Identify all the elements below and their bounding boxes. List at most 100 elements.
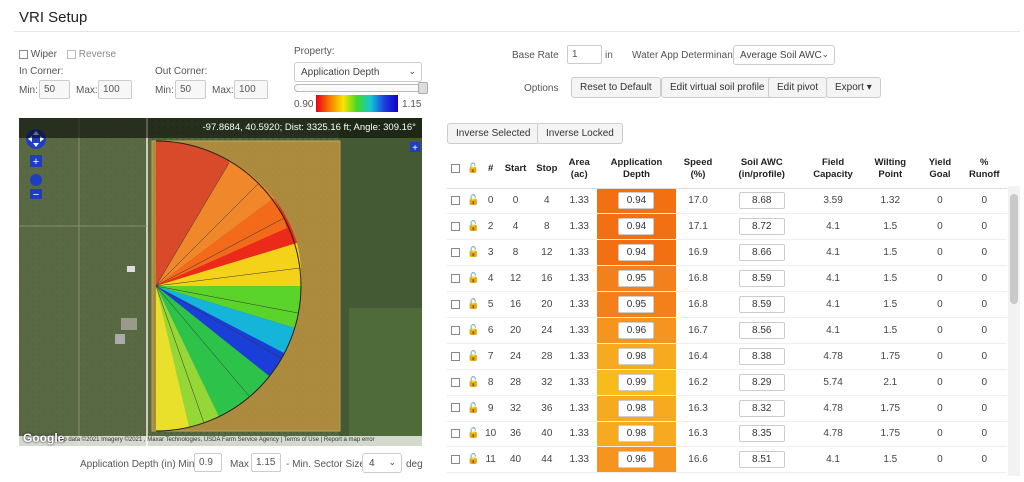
soil-awc-input[interactable]: 8.56	[738, 321, 785, 339]
map-view[interactable]: + − + -97.8684, 40.5920; Dist: 3325.16 f…	[19, 118, 422, 446]
soil-awc-input[interactable]: 8.32	[738, 399, 785, 417]
globe-icon[interactable]	[30, 174, 42, 186]
depth-input[interactable]: 0.94	[618, 218, 655, 236]
unlock-icon[interactable]: 🔓	[467, 403, 479, 414]
export-button[interactable]: Export ▾	[826, 77, 881, 98]
reverse-checkbox[interactable]	[67, 49, 76, 59]
row-lock[interactable]: 🔓	[464, 265, 483, 293]
soil-awc-input[interactable]: 8.66	[738, 244, 785, 262]
depth-min-input[interactable]: 0.9	[194, 453, 222, 472]
unlock-icon[interactable]: 🔓	[467, 247, 479, 258]
row-checkbox[interactable]	[447, 317, 465, 344]
satellite-map[interactable]: + − +	[19, 118, 422, 446]
soil-awc-input[interactable]: 8.29	[738, 373, 785, 391]
wiper-checkbox[interactable]	[19, 49, 28, 59]
depth-input[interactable]: 0.98	[618, 399, 655, 417]
table-row[interactable]: 🔓 3 8 12 1.33 0.94 16.9 8.66 4.1 1.5 0 0	[447, 239, 1007, 267]
edit-soil-profile-button[interactable]: Edit virtual soil profile	[661, 77, 774, 98]
soil-awc-input[interactable]: 8.38	[738, 347, 785, 365]
table-row[interactable]: 🔓 9 32 36 1.33 0.98 16.3 8.32 4.78 1.75 0 0	[447, 395, 1007, 422]
inverse-selected-button[interactable]: Inverse Selected	[447, 123, 540, 144]
soil-awc-input[interactable]: 8.51	[738, 451, 785, 469]
unlock-icon[interactable]: 🔓	[467, 351, 479, 362]
edit-pivot-button[interactable]: Edit pivot	[768, 77, 828, 98]
row-lock[interactable]: 🔓	[464, 317, 483, 344]
in-corner-max-input[interactable]: 100	[98, 80, 132, 99]
row-checkbox[interactable]	[447, 239, 465, 267]
chevron-down-icon: ⌄	[408, 66, 416, 76]
scrollbar-thumb[interactable]	[1010, 194, 1018, 304]
slider-handle[interactable]	[418, 82, 428, 94]
soil-awc-input[interactable]: 8.59	[738, 296, 785, 313]
depth-input[interactable]: 0.96	[618, 321, 655, 339]
water-app-select[interactable]: Average Soil AWC ⌄	[733, 45, 835, 65]
inverse-locked-button[interactable]: Inverse Locked	[537, 123, 623, 144]
depth-cell: 0.95	[596, 291, 677, 318]
row-checkbox[interactable]	[447, 369, 465, 396]
row-checkbox[interactable]	[447, 421, 465, 448]
table-row[interactable]: 🔓 6 20 24 1.33 0.96 16.7 8.56 4.1 1.5 0 0	[447, 317, 1007, 344]
wiper-option[interactable]: Wiper	[19, 49, 57, 60]
base-rate-input[interactable]: 1	[567, 45, 602, 64]
table-row[interactable]: 🔓 5 16 20 1.33 0.95 16.8 8.59 4.1 1.5 0 0	[447, 291, 1007, 318]
soil-awc-input[interactable]: 8.59	[738, 270, 785, 288]
out-corner-max-input[interactable]: 100	[234, 80, 268, 99]
row-lock[interactable]: 🔓	[464, 446, 483, 474]
select-all-checkbox[interactable]	[451, 163, 461, 173]
table-row[interactable]: 🔓 2 4 8 1.33 0.94 17.1 8.72 4.1 1.5 0 0	[447, 213, 1007, 241]
unlock-icon[interactable]: 🔓	[467, 325, 479, 336]
unlock-icon[interactable]: 🔓	[467, 454, 479, 465]
unlock-icon[interactable]: 🔓	[467, 195, 479, 206]
row-checkbox[interactable]	[447, 395, 465, 422]
unlock-icon[interactable]: 🔓	[467, 428, 479, 439]
table-scrollbar[interactable]	[1008, 186, 1020, 476]
property-select[interactable]: Application Depth ⌄	[294, 62, 422, 82]
depth-input[interactable]: 0.95	[618, 270, 655, 288]
row-lock[interactable]: 🔓	[464, 213, 483, 241]
row-checkbox[interactable]	[447, 343, 465, 370]
reverse-option[interactable]: Reverse	[67, 49, 116, 60]
depth-input[interactable]: 0.94	[618, 192, 655, 210]
table-row[interactable]: 🔓 7 24 28 1.33 0.98 16.4 8.38 4.78 1.75 0 0	[447, 343, 1007, 370]
row-checkbox[interactable]	[447, 446, 465, 474]
depth-input[interactable]: 0.95	[618, 296, 655, 313]
unlock-icon[interactable]: 🔓	[467, 377, 479, 388]
depth-input[interactable]: 0.98	[618, 425, 655, 443]
depth-input[interactable]: 0.99	[618, 373, 655, 391]
select-all-header[interactable]	[447, 150, 465, 189]
table-row[interactable]: 🔓 11 40 44 1.33 0.96 16.6 8.51 4.1 1.5 0 0	[447, 446, 1007, 474]
in-corner-min-input[interactable]: 50	[39, 80, 70, 99]
row-lock[interactable]: 🔓	[464, 421, 483, 448]
row-checkbox[interactable]	[447, 291, 465, 318]
reset-to-default-button[interactable]: Reset to Default	[571, 77, 661, 98]
row-lock[interactable]: 🔓	[464, 369, 483, 396]
row-lock[interactable]: 🔓	[464, 395, 483, 422]
depth-max-input[interactable]: 1.15	[251, 453, 281, 472]
soil-awc-input[interactable]: 8.72	[738, 218, 785, 236]
row-lock[interactable]: 🔓	[464, 239, 483, 267]
row-lock[interactable]: 🔓	[464, 343, 483, 370]
row-checkbox[interactable]	[447, 213, 465, 241]
row-lock[interactable]: 🔓	[464, 291, 483, 318]
soil-awc-input[interactable]: 8.35	[738, 425, 785, 443]
row-lock[interactable]: 🔓	[464, 188, 483, 215]
soil-awc-input[interactable]: 8.68	[738, 192, 785, 210]
out-corner-min-input[interactable]: 50	[175, 80, 206, 99]
table-row[interactable]: 🔓 8 28 32 1.33 0.99 16.2 8.29 5.74 2.1 0 0	[447, 369, 1007, 396]
lock-all-header[interactable]: 🔓	[464, 150, 483, 189]
row-checkbox[interactable]	[447, 265, 465, 293]
unlock-icon[interactable]: 🔓	[467, 221, 479, 232]
unlock-icon[interactable]: 🔓	[467, 273, 479, 284]
table-row[interactable]: 🔓 0 0 4 1.33 0.94 17.0 8.68 3.59 1.32 0 0	[447, 188, 1007, 215]
depth-input[interactable]: 0.98	[618, 347, 655, 365]
depth-input[interactable]: 0.96	[618, 451, 655, 469]
unlock-icon[interactable]: 🔓	[467, 163, 479, 174]
legend-slider[interactable]	[294, 82, 428, 94]
depth-input[interactable]: 0.94	[618, 244, 655, 262]
row-checkbox[interactable]	[447, 188, 465, 215]
table-row[interactable]: 🔓 10 36 40 1.33 0.98 16.3 8.35 4.78 1.75 0 0	[447, 421, 1007, 448]
sector-size-select[interactable]: 4 ⌄	[362, 453, 402, 473]
unlock-icon[interactable]: 🔓	[467, 299, 479, 310]
map-attribution[interactable]: Map data ©2021 Imagery ©2021 , Maxar Tec…	[19, 436, 422, 446]
table-row[interactable]: 🔓 4 12 16 1.33 0.95 16.8 8.59 4.1 1.5 0 0	[447, 265, 1007, 293]
